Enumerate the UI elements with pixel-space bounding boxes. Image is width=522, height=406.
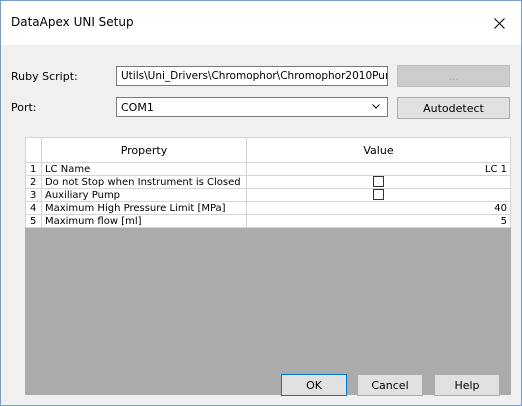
chevron-down-icon	[372, 104, 380, 109]
pressure-limit-value-cell[interactable]: 40	[245, 201, 512, 215]
row-index: 4	[25, 201, 42, 215]
value-cell	[245, 175, 512, 189]
row-index: 2	[25, 175, 42, 189]
close-button[interactable]	[477, 1, 521, 45]
property-cell: Do not Stop when Instrument is Closed	[40, 175, 247, 189]
table-row: 5 Maximum flow [ml] 5	[25, 214, 512, 228]
ruby-script-field[interactable]: Utils\Uni_Drivers\Chromophor\Chromophor2…	[116, 66, 388, 86]
value-cell	[245, 188, 512, 202]
port-select-value: COM1	[121, 101, 154, 114]
property-cell: Auxiliary Pump	[40, 188, 247, 202]
ruby-script-label: Ruby Script:	[11, 70, 78, 83]
title-bar: DataApex UNI Setup	[1, 1, 521, 45]
max-flow-value-cell[interactable]: 5	[245, 214, 512, 228]
grid-corner-cell	[25, 137, 42, 163]
port-label: Port:	[11, 101, 37, 114]
table-row: 4 Maximum High Pressure Limit [MPa] 40	[25, 201, 512, 215]
browse-script-button[interactable]: ...	[397, 65, 510, 87]
lc-name-value-cell[interactable]: LC 1	[245, 162, 512, 176]
close-icon	[493, 17, 505, 29]
row-index: 1	[25, 162, 42, 176]
autodetect-button[interactable]: Autodetect	[397, 97, 510, 119]
cancel-button[interactable]: Cancel	[357, 374, 423, 396]
table-row: 1 LC Name LC 1	[25, 162, 512, 176]
ok-button[interactable]: OK	[281, 374, 347, 396]
table-row: 2 Do not Stop when Instrument is Closed	[25, 175, 512, 189]
window-title: DataApex UNI Setup	[11, 15, 134, 29]
property-grid: Property Value 1 LC Name LC 1 2 Do not S…	[25, 137, 512, 395]
property-cell: LC Name	[40, 162, 247, 176]
row-index: 5	[25, 214, 42, 228]
row-index: 3	[25, 188, 42, 202]
property-column-header: Property	[40, 137, 247, 163]
table-row: 3 Auxiliary Pump	[25, 188, 512, 202]
auxiliary-pump-checkbox[interactable]	[372, 189, 384, 201]
property-cell: Maximum High Pressure Limit [MPa]	[40, 201, 247, 215]
do-not-stop-checkbox[interactable]	[372, 176, 384, 188]
port-select[interactable]: COM1	[116, 97, 388, 117]
grid-header-row: Property Value	[25, 137, 512, 163]
help-button[interactable]: Help	[434, 374, 500, 396]
setup-dialog: DataApex UNI Setup Ruby Script: Utils\Un…	[0, 0, 522, 406]
property-cell: Maximum flow [ml]	[40, 214, 247, 228]
value-column-header: Value	[245, 137, 512, 163]
